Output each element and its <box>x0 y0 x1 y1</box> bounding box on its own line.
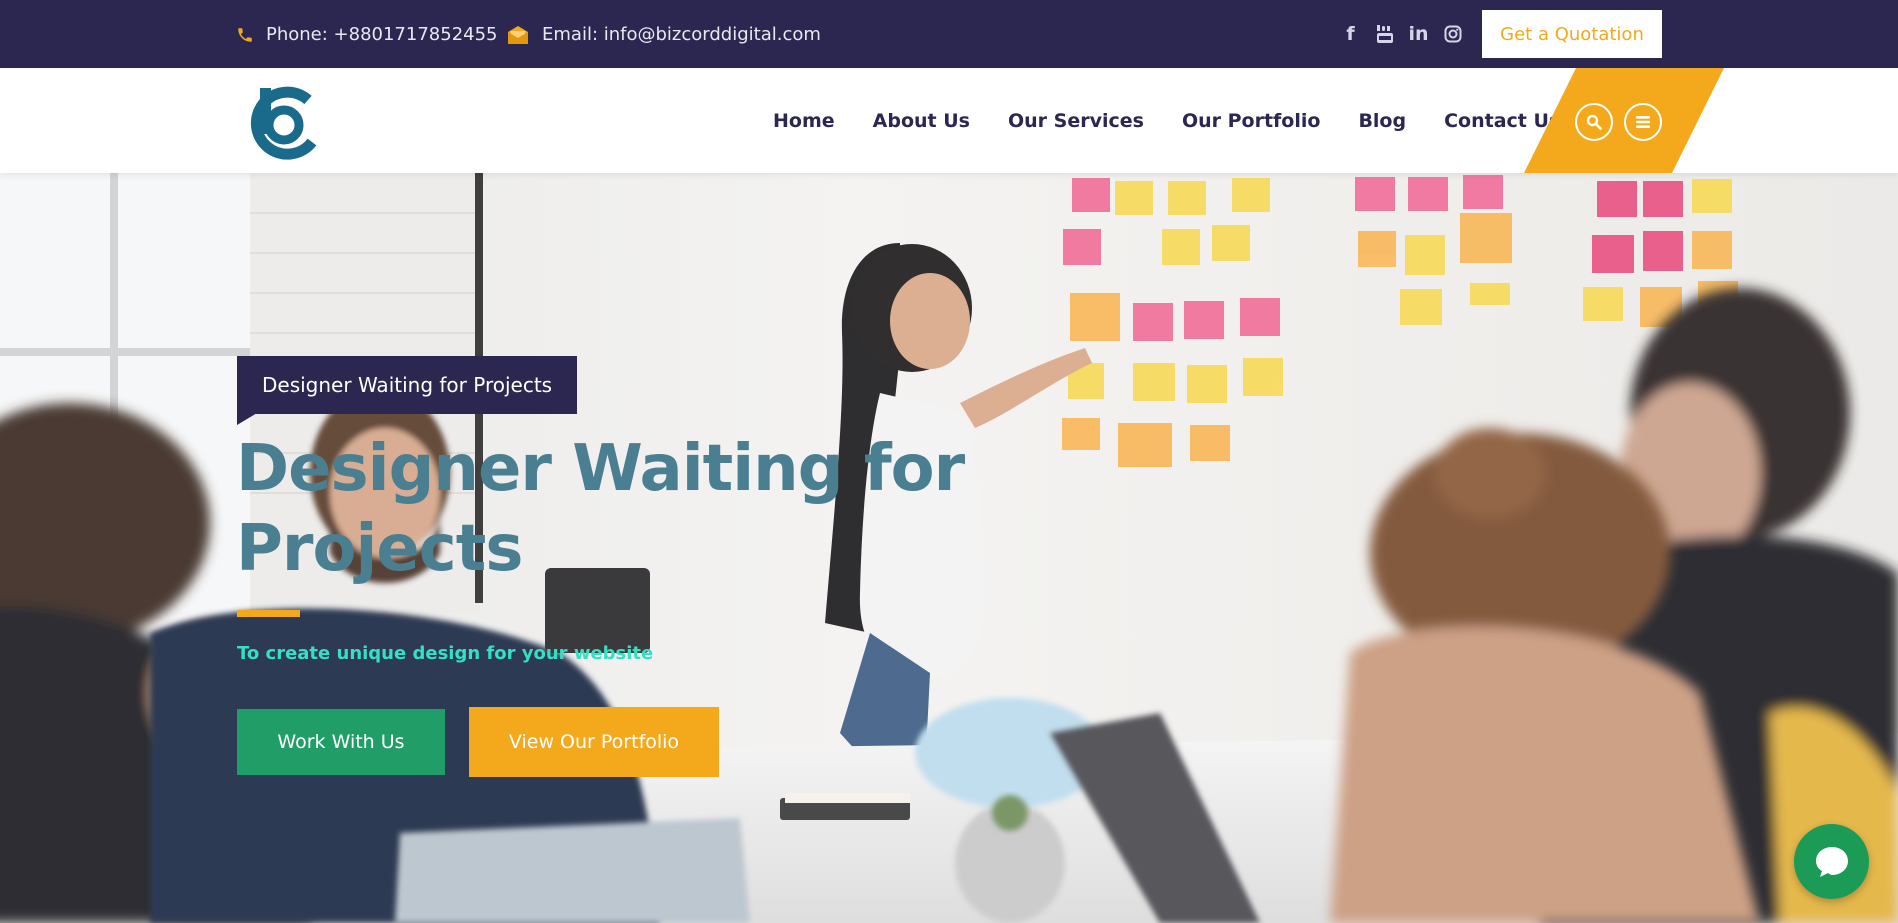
view-portfolio-button[interactable]: View Our Portfolio <box>469 707 719 777</box>
get-quotation-button[interactable]: Get a Quotation <box>1482 10 1662 58</box>
phone-text: Phone: +8801717852455 <box>266 24 498 45</box>
chat-icon <box>1815 846 1848 877</box>
email-contact[interactable]: Email: info@bizcorddigital.com <box>506 24 821 45</box>
hero-section: Designer Waiting for Projects Designer W… <box>0 173 1898 923</box>
menu-button[interactable] <box>1624 103 1662 141</box>
top-bar: Phone: +8801717852455 Email: info@bizcor… <box>0 0 1898 68</box>
youtube-icon[interactable] <box>1374 22 1395 46</box>
headline-accent-line <box>237 610 300 617</box>
hero-tag: Designer Waiting for Projects <box>237 356 578 425</box>
nav-about-us[interactable]: About Us <box>873 110 970 132</box>
nav-contact-us[interactable]: Contact Us <box>1444 110 1560 132</box>
main-header: Home About Us Our Services Our Portfolio… <box>0 68 1898 173</box>
nav-our-portfolio[interactable]: Our Portfolio <box>1182 110 1321 132</box>
phone-icon <box>238 27 252 42</box>
logo[interactable] <box>246 86 324 162</box>
search-button[interactable] <box>1575 103 1613 141</box>
main-nav: Home About Us Our Services Our Portfolio… <box>773 68 1560 173</box>
nav-our-services[interactable]: Our Services <box>1008 110 1144 132</box>
facebook-icon[interactable]: f <box>1340 22 1361 46</box>
social-links: f in <box>1340 22 1463 46</box>
linkedin-icon[interactable]: in <box>1408 22 1429 46</box>
search-icon <box>1586 114 1602 130</box>
work-with-us-button[interactable]: Work With Us <box>237 709 445 775</box>
menu-icon <box>1636 116 1650 128</box>
chat-widget-button[interactable] <box>1794 824 1869 899</box>
nav-blog[interactable]: Blog <box>1358 110 1406 132</box>
phone-contact[interactable]: Phone: +8801717852455 <box>236 24 498 45</box>
envelope-icon <box>508 25 528 44</box>
email-text: Email: info@bizcorddigital.com <box>542 24 821 45</box>
hero-subtitle: To create unique design for your website <box>237 643 654 664</box>
instagram-icon[interactable] <box>1442 22 1463 46</box>
nav-home[interactable]: Home <box>773 110 835 132</box>
hero-headline: Designer Waiting for Projects <box>236 432 965 586</box>
